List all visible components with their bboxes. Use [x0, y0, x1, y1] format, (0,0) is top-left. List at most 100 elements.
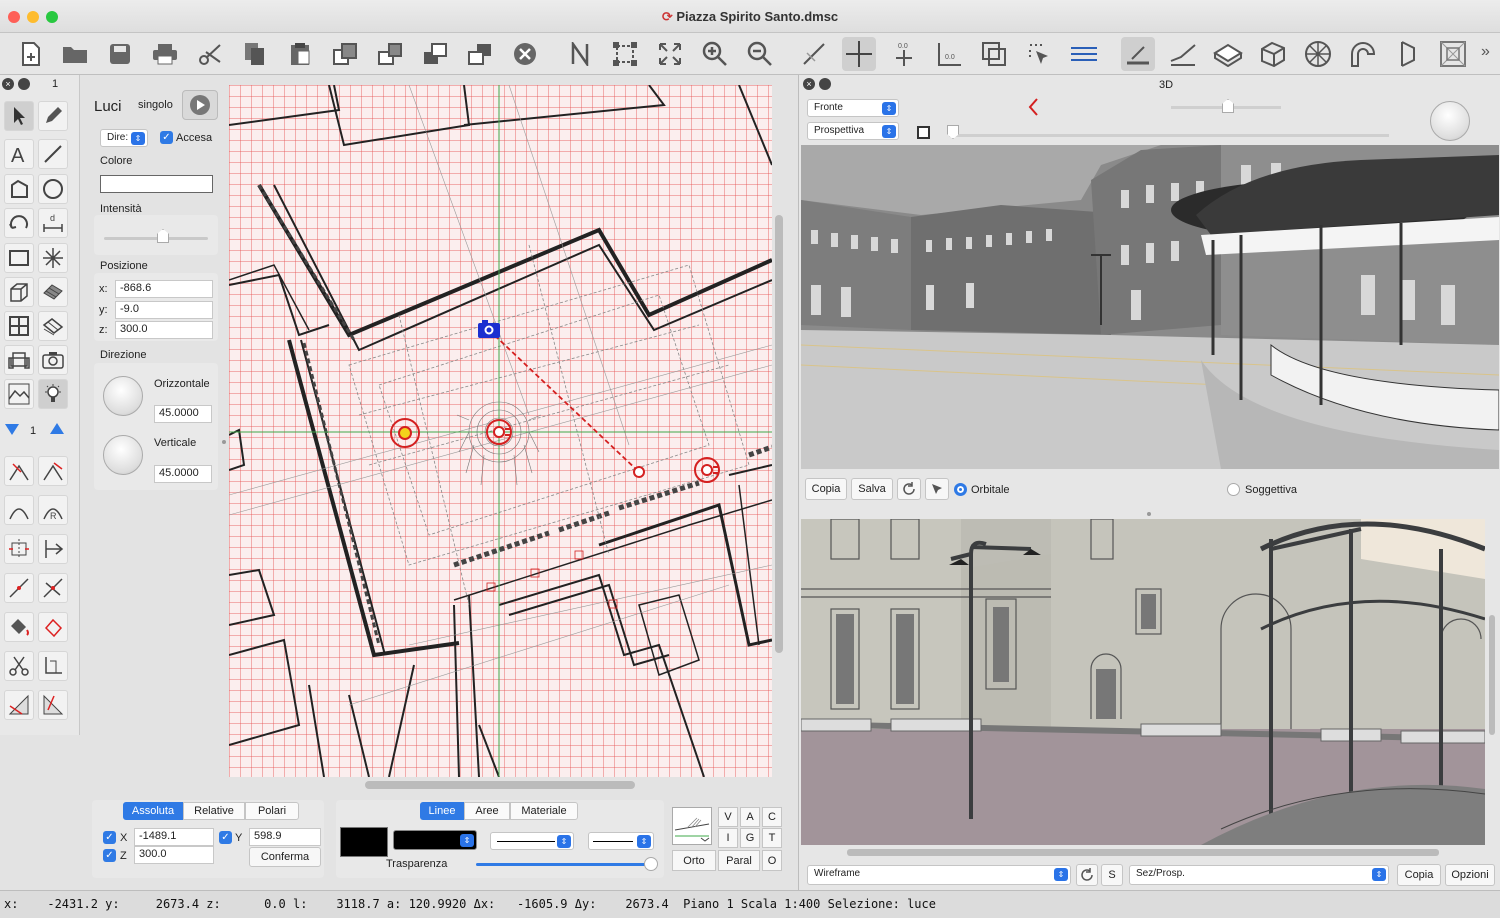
- panel-close-icon[interactable]: ×: [2, 78, 14, 90]
- text-icon[interactable]: A: [4, 139, 34, 169]
- subjective-radio[interactable]: [1227, 483, 1240, 496]
- on-checkbox[interactable]: ✓: [160, 131, 173, 144]
- wireframe-view[interactable]: [801, 519, 1485, 845]
- confirm-button[interactable]: Conferma: [249, 847, 321, 867]
- layers-icon[interactable]: [977, 37, 1011, 71]
- section-icon[interactable]: [4, 690, 34, 720]
- extend-icon[interactable]: [38, 456, 68, 486]
- intensity-track[interactable]: [104, 237, 208, 240]
- height-slider-thumb[interactable]: [1222, 99, 1234, 113]
- tab-areas[interactable]: Aree: [464, 802, 510, 820]
- send-back-icon[interactable]: [463, 37, 497, 71]
- line-icon[interactable]: [38, 139, 68, 169]
- vertical-input[interactable]: 45.0000: [154, 465, 212, 483]
- snap-v-button[interactable]: V: [718, 807, 738, 827]
- tab-polar[interactable]: Polari: [245, 802, 299, 820]
- vertical-knob[interactable]: [103, 435, 143, 475]
- box-icon[interactable]: [1256, 37, 1290, 71]
- view-close-icon[interactable]: ×: [803, 78, 815, 90]
- delete-icon[interactable]: [508, 37, 542, 71]
- slab-icon[interactable]: [1211, 37, 1245, 71]
- tab-lines[interactable]: Linee: [420, 802, 464, 820]
- polygon-icon[interactable]: [4, 174, 34, 204]
- circle-icon[interactable]: [38, 174, 68, 204]
- render-mode-select[interactable]: Wireframe ⇕: [807, 865, 1071, 885]
- zoom-fit-icon[interactable]: [608, 37, 642, 71]
- snap-o-button[interactable]: O: [762, 850, 782, 871]
- projection-select[interactable]: Prospettiva ⇕: [807, 122, 899, 140]
- stairs-icon[interactable]: [1166, 37, 1200, 71]
- wireframe-horizontal-scrollbar[interactable]: [847, 849, 1439, 856]
- orbit-knob[interactable]: [1430, 101, 1470, 141]
- distance-icon[interactable]: d: [38, 208, 68, 238]
- asterisk-icon[interactable]: [38, 243, 68, 273]
- terrain-icon[interactable]: [4, 379, 34, 409]
- position-x-input[interactable]: -868.6: [115, 280, 213, 298]
- camera-icon[interactable]: [38, 345, 68, 375]
- coord-z-input[interactable]: 300.0: [134, 846, 214, 864]
- coord-x-input[interactable]: -1489.1: [134, 828, 214, 846]
- section-select[interactable]: Sez/Prosp. ⇕: [1129, 865, 1389, 885]
- fov-slider[interactable]: [949, 134, 1389, 137]
- trim-icon[interactable]: [4, 456, 34, 486]
- bring-front-icon[interactable]: [418, 37, 452, 71]
- copy-icon[interactable]: [238, 37, 272, 71]
- lower-refresh-icon[interactable]: [1076, 864, 1098, 886]
- rectangle-icon[interactable]: [4, 243, 34, 273]
- fill-bucket-icon[interactable]: [4, 612, 34, 642]
- layer-down-icon[interactable]: [4, 422, 20, 439]
- intersect-icon[interactable]: [38, 573, 68, 603]
- view-detach-icon[interactable]: [819, 78, 831, 90]
- wireframe-vertical-scrollbar[interactable]: [1489, 615, 1495, 735]
- zoom-in-icon[interactable]: [698, 37, 732, 71]
- fillet-icon[interactable]: [4, 495, 34, 525]
- orbital-radio[interactable]: [954, 483, 967, 496]
- mesh-icon[interactable]: [38, 311, 68, 341]
- toolbar-overflow-icon[interactable]: »: [1481, 43, 1490, 61]
- select-grid-icon[interactable]: [1022, 37, 1056, 71]
- transparency-thumb[interactable]: [644, 857, 658, 871]
- light-bulb-icon[interactable]: [38, 379, 68, 409]
- save-icon[interactable]: [103, 37, 137, 71]
- line-weight-icon[interactable]: [1067, 37, 1101, 71]
- snap-t-button[interactable]: T: [762, 828, 782, 848]
- play-button[interactable]: [182, 90, 218, 120]
- window-grid-icon[interactable]: [4, 311, 34, 341]
- zoom-extents-icon[interactable]: [653, 37, 687, 71]
- profile-icon[interactable]: [38, 651, 68, 681]
- fillet-radius-icon[interactable]: R: [38, 495, 68, 525]
- rotate-shape-icon[interactable]: [38, 612, 68, 642]
- splitter-dot[interactable]: [222, 440, 226, 444]
- sofa-icon[interactable]: [4, 345, 34, 375]
- tab-material[interactable]: Materiale: [510, 802, 578, 820]
- arc-icon[interactable]: [4, 208, 34, 238]
- light-type-select[interactable]: Dire: ⇕: [100, 129, 148, 147]
- snap-c-button[interactable]: C: [762, 807, 782, 827]
- position-z-input[interactable]: 300.0: [115, 321, 213, 339]
- refresh-icon[interactable]: [897, 478, 921, 500]
- ungroup-icon[interactable]: [373, 37, 407, 71]
- z-checkbox[interactable]: ✓: [103, 849, 116, 862]
- line-style-select[interactable]: ⇕: [588, 832, 654, 850]
- snap-preview-icon[interactable]: [672, 807, 712, 845]
- view-splitter-dot[interactable]: [1147, 512, 1151, 516]
- section-plane-icon[interactable]: [38, 690, 68, 720]
- render-save-button[interactable]: Salva: [851, 478, 893, 500]
- projection-toggle[interactable]: [917, 126, 930, 139]
- x-checkbox[interactable]: ✓: [103, 831, 116, 844]
- cut-icon[interactable]: [193, 37, 227, 71]
- direction-marker-icon[interactable]: [1027, 97, 1041, 120]
- pencil-icon[interactable]: [38, 101, 68, 131]
- lower-copy-button[interactable]: Copia: [1397, 864, 1441, 886]
- frame-icon[interactable]: [1436, 37, 1470, 71]
- line-weight-select[interactable]: ⇕: [490, 832, 574, 850]
- split-icon[interactable]: [4, 573, 34, 603]
- scissors-icon[interactable]: [4, 651, 34, 681]
- render-copy-button[interactable]: Copia: [805, 478, 847, 500]
- s-button[interactable]: S: [1101, 864, 1123, 886]
- tab-relative[interactable]: Relative: [183, 802, 245, 820]
- horizontal-knob[interactable]: [103, 376, 143, 416]
- intensity-thumb[interactable]: [157, 229, 169, 243]
- offset-icon[interactable]: [38, 534, 68, 564]
- line-type-select[interactable]: ⇕: [393, 830, 477, 850]
